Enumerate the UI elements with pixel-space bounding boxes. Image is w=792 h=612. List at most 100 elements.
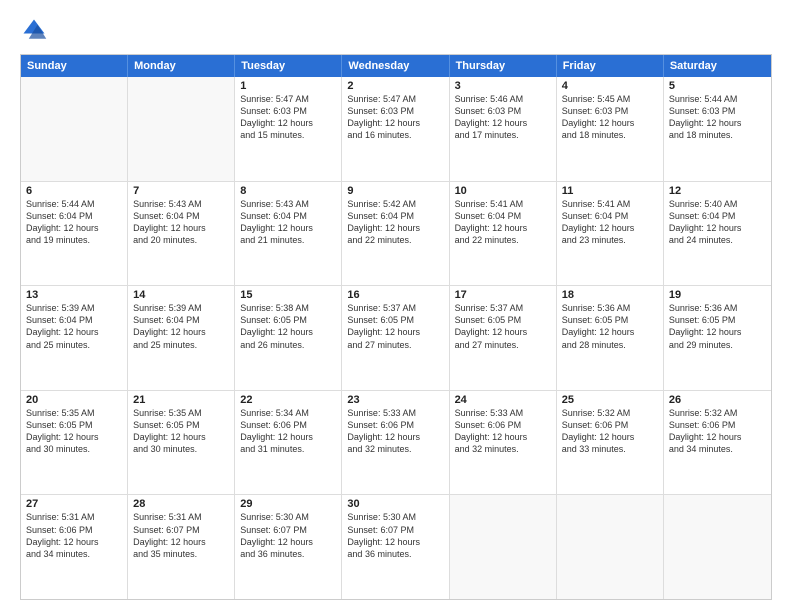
page: SundayMondayTuesdayWednesdayThursdayFrid… (0, 0, 792, 612)
cell-info-line: Sunrise: 5:30 AM (347, 511, 443, 523)
day-number: 24 (455, 394, 551, 406)
cell-info-line: and 30 minutes. (26, 443, 122, 455)
day-cell: 2Sunrise: 5:47 AMSunset: 6:03 PMDaylight… (342, 77, 449, 181)
cell-info-line: Daylight: 12 hours (26, 431, 122, 443)
cell-info-line: and 22 minutes. (347, 234, 443, 246)
cell-info-line: Daylight: 12 hours (669, 431, 766, 443)
cell-info-line: Sunset: 6:06 PM (26, 524, 122, 536)
cell-info-line: Sunrise: 5:33 AM (455, 407, 551, 419)
cell-info-line: Daylight: 12 hours (455, 222, 551, 234)
cell-info-line: Sunset: 6:04 PM (562, 210, 658, 222)
day-cell: 4Sunrise: 5:45 AMSunset: 6:03 PMDaylight… (557, 77, 664, 181)
day-cell: 18Sunrise: 5:36 AMSunset: 6:05 PMDayligh… (557, 286, 664, 390)
cell-info-line: and 32 minutes. (347, 443, 443, 455)
cell-info-line: Daylight: 12 hours (347, 431, 443, 443)
cell-info-line: and 27 minutes. (455, 339, 551, 351)
cell-info-line: and 32 minutes. (455, 443, 551, 455)
cell-info-line: Sunset: 6:05 PM (455, 314, 551, 326)
day-cell: 29Sunrise: 5:30 AMSunset: 6:07 PMDayligh… (235, 495, 342, 599)
day-cell: 8Sunrise: 5:43 AMSunset: 6:04 PMDaylight… (235, 182, 342, 286)
cell-info-line: and 34 minutes. (26, 548, 122, 560)
empty-cell (450, 495, 557, 599)
day-number: 9 (347, 185, 443, 197)
day-cell: 26Sunrise: 5:32 AMSunset: 6:06 PMDayligh… (664, 391, 771, 495)
cell-info-line: Sunrise: 5:31 AM (133, 511, 229, 523)
calendar-header: SundayMondayTuesdayWednesdayThursdayFrid… (21, 55, 771, 77)
weekday-header: Monday (128, 55, 235, 77)
day-cell: 27Sunrise: 5:31 AMSunset: 6:06 PMDayligh… (21, 495, 128, 599)
cell-info-line: Daylight: 12 hours (26, 222, 122, 234)
day-cell: 17Sunrise: 5:37 AMSunset: 6:05 PMDayligh… (450, 286, 557, 390)
day-number: 30 (347, 498, 443, 510)
cell-info-line: Sunset: 6:06 PM (455, 419, 551, 431)
weekday-header: Saturday (664, 55, 771, 77)
cell-info-line: Sunset: 6:03 PM (455, 105, 551, 117)
cell-info-line: Daylight: 12 hours (347, 536, 443, 548)
cell-info-line: Sunset: 6:07 PM (347, 524, 443, 536)
day-number: 19 (669, 289, 766, 301)
cell-info-line: Sunrise: 5:36 AM (562, 302, 658, 314)
cell-info-line: Sunrise: 5:43 AM (240, 198, 336, 210)
cell-info-line: Daylight: 12 hours (240, 117, 336, 129)
day-number: 2 (347, 80, 443, 92)
day-cell: 21Sunrise: 5:35 AMSunset: 6:05 PMDayligh… (128, 391, 235, 495)
cell-info-line: Sunrise: 5:47 AM (347, 93, 443, 105)
cell-info-line: Sunrise: 5:41 AM (455, 198, 551, 210)
cell-info-line: and 28 minutes. (562, 339, 658, 351)
day-number: 17 (455, 289, 551, 301)
cell-info-line: Sunset: 6:03 PM (562, 105, 658, 117)
cell-info-line: Sunrise: 5:32 AM (562, 407, 658, 419)
cell-info-line: Sunrise: 5:33 AM (347, 407, 443, 419)
day-cell: 24Sunrise: 5:33 AMSunset: 6:06 PMDayligh… (450, 391, 557, 495)
cell-info-line: Sunset: 6:05 PM (133, 419, 229, 431)
cell-info-line: Sunrise: 5:31 AM (26, 511, 122, 523)
cell-info-line: and 25 minutes. (26, 339, 122, 351)
day-cell: 30Sunrise: 5:30 AMSunset: 6:07 PMDayligh… (342, 495, 449, 599)
cell-info-line: and 16 minutes. (347, 129, 443, 141)
calendar-body: 1Sunrise: 5:47 AMSunset: 6:03 PMDaylight… (21, 77, 771, 599)
cell-info-line: Sunset: 6:06 PM (562, 419, 658, 431)
cell-info-line: Sunrise: 5:47 AM (240, 93, 336, 105)
cell-info-line: Sunset: 6:03 PM (669, 105, 766, 117)
cell-info-line: Sunset: 6:04 PM (133, 210, 229, 222)
day-number: 12 (669, 185, 766, 197)
cell-info-line: Sunrise: 5:45 AM (562, 93, 658, 105)
weekday-header: Wednesday (342, 55, 449, 77)
calendar-row: 1Sunrise: 5:47 AMSunset: 6:03 PMDaylight… (21, 77, 771, 181)
day-number: 10 (455, 185, 551, 197)
cell-info-line: Daylight: 12 hours (455, 431, 551, 443)
cell-info-line: Daylight: 12 hours (455, 326, 551, 338)
day-cell: 16Sunrise: 5:37 AMSunset: 6:05 PMDayligh… (342, 286, 449, 390)
cell-info-line: Daylight: 12 hours (455, 117, 551, 129)
day-number: 7 (133, 185, 229, 197)
cell-info-line: and 24 minutes. (669, 234, 766, 246)
cell-info-line: Sunrise: 5:46 AM (455, 93, 551, 105)
day-number: 15 (240, 289, 336, 301)
cell-info-line: and 36 minutes. (347, 548, 443, 560)
day-number: 8 (240, 185, 336, 197)
day-number: 6 (26, 185, 122, 197)
day-cell: 15Sunrise: 5:38 AMSunset: 6:05 PMDayligh… (235, 286, 342, 390)
day-number: 3 (455, 80, 551, 92)
empty-cell (664, 495, 771, 599)
cell-info-line: Sunset: 6:05 PM (26, 419, 122, 431)
cell-info-line: Sunset: 6:03 PM (240, 105, 336, 117)
cell-info-line: Sunset: 6:05 PM (347, 314, 443, 326)
day-number: 16 (347, 289, 443, 301)
day-number: 27 (26, 498, 122, 510)
cell-info-line: Sunrise: 5:37 AM (455, 302, 551, 314)
cell-info-line: Daylight: 12 hours (347, 326, 443, 338)
cell-info-line: and 27 minutes. (347, 339, 443, 351)
cell-info-line: and 35 minutes. (133, 548, 229, 560)
cell-info-line: Daylight: 12 hours (240, 326, 336, 338)
weekday-header: Friday (557, 55, 664, 77)
cell-info-line: Sunrise: 5:40 AM (669, 198, 766, 210)
cell-info-line: Sunset: 6:04 PM (669, 210, 766, 222)
cell-info-line: Daylight: 12 hours (26, 326, 122, 338)
cell-info-line: Sunset: 6:04 PM (455, 210, 551, 222)
day-cell: 3Sunrise: 5:46 AMSunset: 6:03 PMDaylight… (450, 77, 557, 181)
cell-info-line: Sunrise: 5:35 AM (26, 407, 122, 419)
cell-info-line: Sunset: 6:07 PM (240, 524, 336, 536)
cell-info-line: Sunset: 6:06 PM (669, 419, 766, 431)
cell-info-line: and 18 minutes. (669, 129, 766, 141)
